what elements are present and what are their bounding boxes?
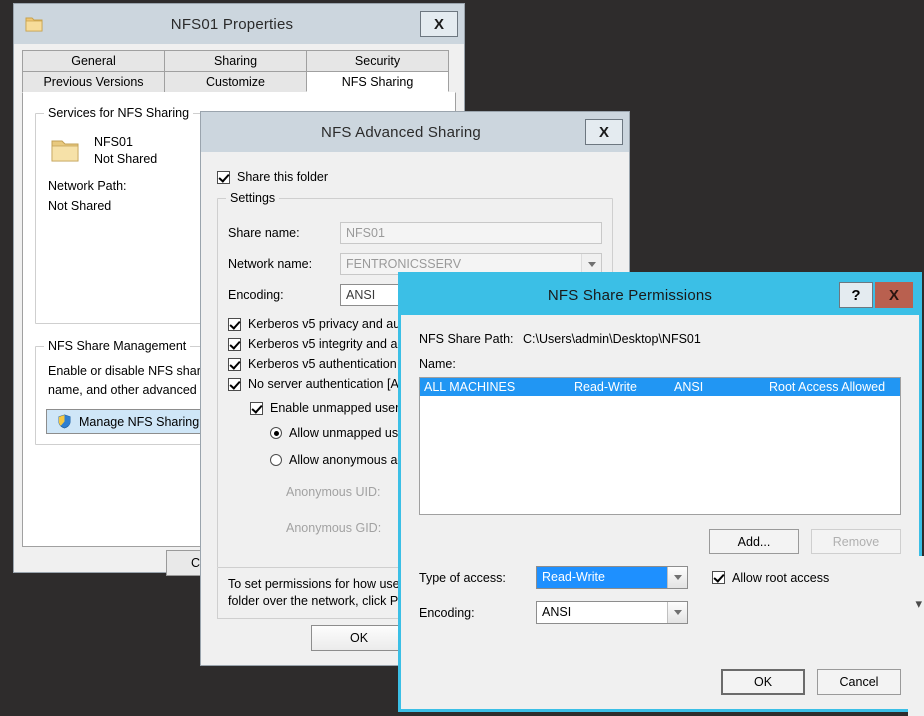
folder-share-state: Not Shared: [94, 152, 158, 166]
manage-nfs-sharing-label: Manage NFS Sharing: [79, 414, 200, 429]
allow-anonymous-radio[interactable]: [270, 454, 282, 466]
permissions-titlebar: NFS Share Permissions ? X: [401, 275, 919, 315]
management-group-legend: NFS Share Management: [44, 339, 191, 353]
share-this-folder-checkbox[interactable]: [217, 170, 230, 184]
chevron-down-icon[interactable]: [667, 567, 687, 588]
encoding-value: ANSI: [346, 287, 376, 302]
permissions-encoding-label: Encoding:: [419, 605, 475, 620]
share-this-folder-label: Share this folder: [237, 170, 329, 184]
encoding-label: Encoding:: [228, 288, 284, 302]
tab-security[interactable]: Security: [306, 50, 449, 71]
table-row[interactable]: ALL MACHINES Read-Write ANSI Root Access…: [420, 378, 900, 396]
allow-unmapped-radio[interactable]: [270, 427, 282, 439]
share-path-row: NFS Share Path: C:\Users\admin\Desktop\N…: [419, 331, 901, 348]
permissions-close-icon[interactable]: X: [875, 282, 913, 308]
chevron-down-icon[interactable]: [667, 602, 687, 623]
shield-icon: [58, 414, 71, 429]
folder-icon: [51, 140, 79, 162]
share-this-folder-row[interactable]: Share this folder: [217, 168, 613, 186]
permissions-ok-button[interactable]: OK: [721, 669, 805, 695]
entry-encoding: ANSI: [674, 380, 704, 394]
chevron-down-icon[interactable]: ▾: [915, 596, 922, 612]
advanced-sharing-titlebar: NFS Advanced Sharing X: [201, 112, 629, 152]
krb5p-checkbox[interactable]: [228, 317, 241, 331]
help-icon[interactable]: ?: [839, 282, 873, 308]
add-button[interactable]: Add...: [709, 529, 799, 554]
folder-icon: [25, 17, 43, 32]
nfs-share-permissions-window[interactable]: NFS Share Permissions ? X NFS Share Path…: [398, 272, 922, 712]
permissions-encoding-combobox[interactable]: ANSI: [536, 601, 688, 624]
permissions-body: NFS Share Path: C:\Users\admin\Desktop\N…: [401, 315, 919, 624]
folder-name: NFS01: [94, 135, 133, 149]
chevron-down-icon[interactable]: [581, 254, 601, 274]
manage-nfs-sharing-button[interactable]: Manage NFS Sharing: [46, 409, 211, 434]
entry-root-access: Root Access Allowed: [769, 380, 886, 394]
settings-group-legend: Settings: [226, 191, 280, 205]
folder-info: NFS01 Not Shared: [94, 134, 157, 168]
tab-sharing[interactable]: Sharing: [164, 50, 307, 71]
allow-root-access-row[interactable]: Allow root access: [712, 571, 829, 585]
properties-close-icon[interactable]: X: [420, 11, 458, 37]
krb5-checkbox[interactable]: [228, 357, 241, 371]
advanced-sharing-ok-button[interactable]: OK: [311, 625, 407, 651]
name-label: Name:: [419, 357, 456, 371]
type-of-access-label: Type of access:: [419, 570, 506, 585]
services-group-legend: Services for NFS Sharing: [44, 106, 194, 120]
advanced-sharing-close-icon[interactable]: X: [585, 119, 623, 145]
entry-name: ALL MACHINES: [424, 380, 516, 394]
permissions-cancel-button[interactable]: Cancel: [817, 669, 901, 695]
remove-button: Remove: [811, 529, 901, 554]
anonymous-gid-label: Anonymous GID:: [286, 521, 382, 535]
properties-titlebar: NFS01 Properties X: [14, 4, 464, 44]
scrollbar-artifact[interactable]: [908, 556, 924, 716]
type-of-access-value: Read-Write: [537, 567, 667, 588]
anonymous-uid-label: Anonymous UID:: [286, 485, 381, 499]
type-of-access-combobox[interactable]: Read-Write: [536, 566, 688, 589]
share-name-input[interactable]: NFS01: [340, 222, 602, 244]
advanced-sharing-title: NFS Advanced Sharing: [321, 123, 481, 141]
type-of-access-row: Type of access: Read-Write Allow root ac…: [419, 566, 901, 589]
tab-row-2: Previous Versions Customize NFS Sharing: [22, 71, 456, 92]
share-name-label: Share name:: [228, 226, 300, 240]
permissions-encoding-row: Encoding: ANSI: [419, 601, 901, 624]
share-path-value: C:\Users\admin\Desktop\NFS01: [523, 332, 701, 346]
permissions-listbox[interactable]: ALL MACHINES Read-Write ANSI Root Access…: [419, 377, 901, 515]
tab-customize[interactable]: Customize: [164, 71, 307, 92]
enable-unmapped-checkbox[interactable]: [250, 401, 263, 415]
krb5i-checkbox[interactable]: [228, 337, 241, 351]
tab-row-1: General Sharing Security: [22, 50, 456, 71]
tab-general[interactable]: General: [22, 50, 165, 71]
properties-title: NFS01 Properties: [170, 15, 294, 33]
tab-previous-versions[interactable]: Previous Versions: [22, 71, 165, 92]
permissions-encoding-value: ANSI: [542, 605, 572, 619]
share-path-label: NFS Share Path:: [419, 332, 514, 346]
permissions-title: NFS Share Permissions: [547, 286, 713, 304]
permissions-action-buttons: Add... Remove: [419, 529, 901, 554]
network-name-label: Network name:: [228, 257, 313, 271]
allow-root-access-label: Allow root access: [732, 570, 830, 585]
allow-root-access-checkbox[interactable]: [712, 571, 725, 584]
authsys-checkbox[interactable]: [228, 377, 241, 391]
share-name-row: Share name: NFS01: [228, 222, 602, 244]
permissions-footer: OK Cancel: [721, 669, 901, 695]
entry-access: Read-Write: [574, 380, 637, 394]
tab-nfs-sharing[interactable]: NFS Sharing: [306, 71, 449, 92]
properties-tabstrip: General Sharing Security Previous Versio…: [14, 44, 464, 92]
